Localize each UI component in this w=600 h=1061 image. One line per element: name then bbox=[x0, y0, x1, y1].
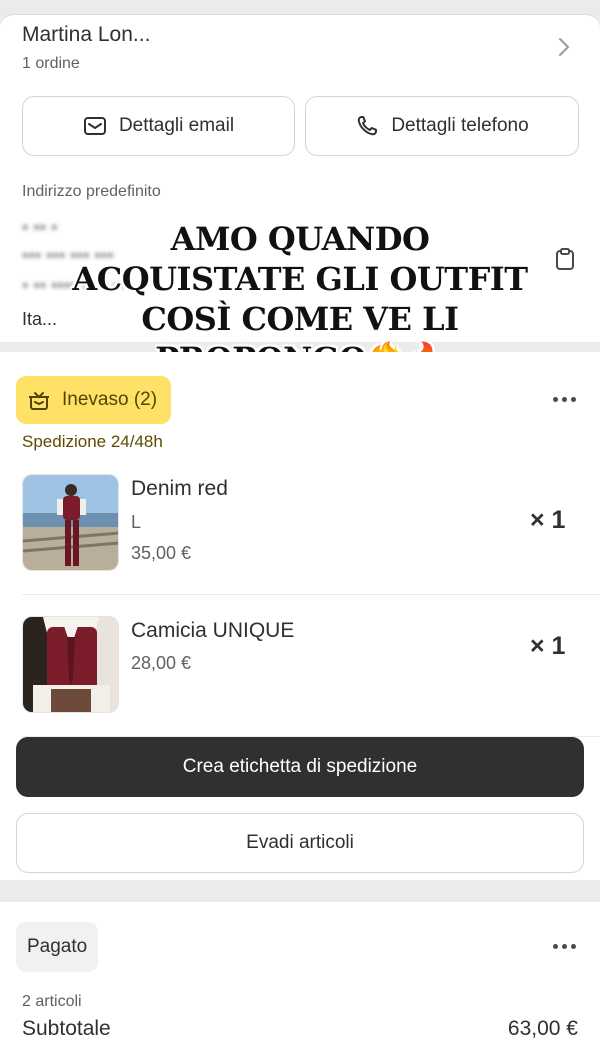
chevron-right-icon[interactable] bbox=[554, 35, 574, 59]
more-actions-icon[interactable] bbox=[553, 397, 579, 405]
status-badge-label: Inevaso (2) bbox=[62, 389, 158, 410]
customer-orders-count: 1 ordine bbox=[22, 55, 80, 72]
unfulfilled-status-badge: Inevaso (2) bbox=[16, 376, 172, 424]
package-icon bbox=[29, 392, 49, 410]
item-variant: L bbox=[131, 512, 142, 532]
more-actions-icon[interactable] bbox=[553, 944, 579, 952]
item-title[interactable]: Denim red bbox=[131, 477, 228, 501]
default-address-label: Indirizzo predefinito bbox=[22, 183, 161, 200]
address-country: Ita... bbox=[22, 309, 58, 329]
item-price: 35,00 € bbox=[131, 543, 192, 563]
product-thumbnail bbox=[22, 474, 119, 571]
item-price: 28,00 € bbox=[131, 653, 192, 673]
mail-icon bbox=[83, 117, 106, 135]
clipboard-icon[interactable] bbox=[554, 247, 576, 271]
payment-items-count: 2 articoli bbox=[22, 993, 82, 1010]
customer-card: Martina Lon... 1 ordine Dettagli email D… bbox=[0, 14, 600, 378]
item-quantity: × 1 bbox=[530, 506, 566, 534]
customer-name[interactable]: Martina Lon... bbox=[22, 23, 150, 47]
email-details-button[interactable]: Dettagli email bbox=[22, 96, 295, 156]
email-button-label: Dettagli email bbox=[118, 115, 235, 136]
fulfillment-card: Inevaso (2) Spedizione 24/48h Denim red … bbox=[0, 352, 600, 880]
item-quantity: × 1 bbox=[530, 632, 566, 660]
phone-button-label: Dettagli telefono bbox=[391, 115, 529, 136]
product-thumbnail bbox=[22, 616, 119, 713]
shipping-method: Spedizione 24/48h bbox=[22, 432, 163, 451]
payment-card: Pagato 2 articoli Subtotale 63,00 € bbox=[0, 902, 600, 1061]
divider bbox=[22, 594, 600, 595]
item-title[interactable]: Camicia UNIQUE bbox=[131, 619, 294, 643]
fulfill-items-button[interactable]: Evadi articoli bbox=[16, 813, 584, 873]
phone-details-button[interactable]: Dettagli telefono bbox=[305, 96, 579, 156]
paid-status-badge: Pagato bbox=[16, 922, 99, 972]
create-shipping-label-button[interactable]: Crea etichetta di spedizione bbox=[16, 737, 584, 797]
subtotal-label: Subtotale bbox=[22, 1017, 111, 1040]
phone-icon bbox=[358, 116, 378, 136]
subtotal-value: 63,00 € bbox=[507, 1017, 578, 1040]
